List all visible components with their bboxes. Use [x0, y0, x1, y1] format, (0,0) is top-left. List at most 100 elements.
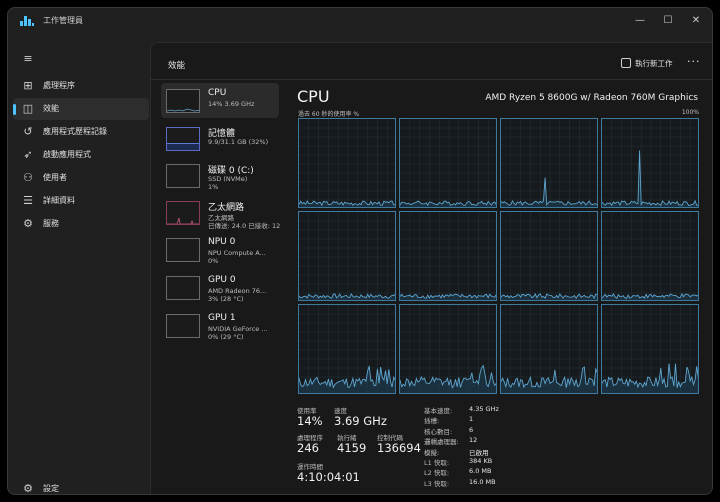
users-icon: ⚇ — [23, 171, 33, 184]
resource-detail-2: 3% (28 °C) — [208, 295, 244, 303]
logical-processor-graph — [500, 118, 598, 208]
sidebar-item-startup[interactable]: ➶ 啟動應用程式 — [13, 144, 149, 166]
run-task-icon — [621, 58, 631, 68]
header-divider — [151, 79, 712, 80]
history-icon: ↺ — [23, 125, 33, 138]
spec-key: 插槽: — [424, 417, 440, 426]
sidebar-item-label: 效能 — [43, 104, 59, 113]
disk-thumbnail-graph — [166, 164, 200, 188]
resource-name: GPU 0 — [208, 275, 236, 285]
cpu-heading: CPU — [297, 87, 330, 106]
performance-icon: ◫ — [22, 102, 34, 115]
resource-detail: NPU Compute A... — [208, 249, 266, 257]
npu-thumbnail-graph — [166, 238, 200, 262]
logical-processor-graph — [601, 304, 699, 394]
resource-detail: 9.9/31.1 GB (32%) — [208, 138, 269, 146]
services-icon: ⚙ — [23, 217, 33, 230]
sidebar-nav: ≡ ⊞ 處理程序 ◫ 效能 ↺ 應用程式歷程記錄 ➶ 啟動應用程式 ⚇ 使用者 … — [8, 34, 150, 495]
spec-value: 384 KB — [469, 457, 493, 465]
resource-detail: AMD Radeon 76... — [208, 287, 267, 295]
sidebar-item-label: 啟動應用程式 — [43, 150, 91, 159]
graph-axis-max: 100% — [681, 109, 699, 116]
memory-thumbnail-graph — [166, 127, 200, 151]
sidebar-item-label: 詳細資料 — [43, 196, 75, 205]
resource-detail: NVIDIA GeForce ... — [208, 325, 268, 333]
hamburger-icon: ≡ — [23, 52, 33, 65]
spec-value: 12 — [469, 436, 478, 445]
logical-processor-graphs — [298, 118, 699, 396]
window-title: 工作管理員 — [43, 16, 83, 25]
sidebar-item-label: 使用者 — [43, 173, 67, 182]
resource-name: NPU 0 — [208, 237, 236, 247]
sidebar-item-processes[interactable]: ⊞ 處理程序 — [13, 75, 149, 97]
resource-name: GPU 1 — [208, 313, 236, 323]
spec-value: 16.0 MB — [469, 477, 496, 486]
resource-detail-2: 0% — [208, 257, 219, 265]
task-manager-window: 工作管理員 — ☐ ✕ ≡ ⊞ 處理程序 ◫ 效能 ↺ 應用程式歷程記錄 ➶ 啟… — [7, 7, 713, 495]
resource-item-npu[interactable]: NPU 0 NPU Compute A... 0% — [161, 232, 279, 267]
handles-value: 136694 — [377, 441, 421, 455]
processes-icon: ⊞ — [23, 79, 33, 92]
spec-value: 6.0 MB — [469, 467, 492, 476]
logical-processor-graph — [399, 304, 497, 394]
sidebar-item-details[interactable]: ☰ 詳細資料 — [13, 190, 149, 212]
spec-key: 模擬: — [424, 448, 440, 457]
sidebar-item-label: 應用程式歷程記錄 — [43, 127, 107, 136]
cpu-thumbnail-graph — [166, 89, 200, 113]
resource-item-memory[interactable]: 記憶體 9.9/31.1 GB (32%) — [161, 121, 279, 156]
hamburger-menu-button[interactable]: ≡ — [13, 48, 41, 70]
resource-detail: 14% 3.69 GHz — [208, 100, 255, 108]
spec-key: 基本速度: — [424, 407, 453, 415]
spec-value: 1 — [469, 415, 474, 424]
resource-name: CPU — [208, 88, 227, 98]
resource-detail-2: 已傳送: 24.0 已接收: 12 — [208, 222, 281, 230]
task-manager-app-icon — [20, 16, 34, 26]
sidebar-item-users[interactable]: ⚇ 使用者 — [13, 167, 149, 189]
cpu-model-name: AMD Ryzen 5 8600G w/ Radeon 760M Graphic… — [485, 93, 698, 103]
gpu0-thumbnail-graph — [166, 276, 200, 300]
gpu1-thumbnail-graph — [166, 314, 200, 338]
spec-key: L2 快取: — [424, 469, 450, 478]
sidebar-item-settings[interactable]: ⚙ 設定 — [13, 478, 149, 495]
spec-value: 已啟用 — [469, 448, 489, 457]
close-button[interactable]: ✕ — [681, 11, 711, 31]
spec-key: L3 快取: — [424, 479, 450, 488]
resource-detail-2: 1% — [208, 183, 219, 191]
resource-item-gpu1[interactable]: GPU 1 NVIDIA GeForce ... 0% (29 °C) — [161, 308, 279, 343]
resource-item-ethernet[interactable]: 乙太網路 乙太網路 已傳送: 24.0 已接收: 12 — [161, 195, 281, 230]
graph-axis-caption: 過去 60 秒的使用率 % — [298, 111, 360, 118]
sidebar-item-performance[interactable]: ◫ 效能 — [13, 98, 149, 120]
resource-item-cpu[interactable]: CPU 14% 3.69 GHz — [161, 83, 279, 118]
logical-processor-graph — [298, 304, 396, 394]
spec-value: 6 — [469, 425, 474, 434]
more-options-button[interactable]: ··· — [687, 55, 701, 68]
processes-value: 246 — [297, 441, 319, 455]
maximize-button[interactable]: ☐ — [653, 11, 683, 31]
logical-processor-graph — [298, 211, 396, 301]
resource-item-disk[interactable]: 磁碟 0 (C:) SSD (NVMe) 1% — [161, 158, 279, 193]
logical-processor-graph — [601, 118, 699, 208]
logical-processor-graph — [298, 118, 396, 208]
uptime-value: 4:10:04:01 — [297, 470, 360, 484]
spec-key: L1 快取: — [424, 459, 450, 467]
sidebar-item-label: 服務 — [43, 219, 59, 228]
minimize-button[interactable]: — — [625, 11, 655, 31]
spec-value: 4.35 GHz — [469, 405, 499, 413]
logical-processor-graph — [601, 211, 699, 301]
spec-key: 邏輯處理器: — [424, 438, 459, 447]
logical-processor-graph — [500, 211, 598, 301]
spec-key: 核心數目: — [424, 427, 453, 436]
gear-icon: ⚙ — [23, 482, 33, 495]
sidebar-item-app-history[interactable]: ↺ 應用程式歷程記錄 — [13, 121, 149, 143]
logical-processor-graph — [500, 304, 598, 394]
resource-item-gpu0[interactable]: GPU 0 AMD Radeon 76... 3% (28 °C) — [161, 270, 279, 305]
startup-icon: ➶ — [23, 148, 33, 161]
sidebar-item-label: 設定 — [43, 484, 59, 493]
logical-processor-graph — [399, 211, 497, 301]
page-title: 效能 — [168, 61, 186, 71]
sidebar-item-services[interactable]: ⚙ 服務 — [13, 213, 149, 235]
run-new-task-button[interactable]: 執行新工作 — [621, 58, 673, 72]
details-icon: ☰ — [23, 194, 33, 207]
resource-detail-2: 0% (29 °C) — [208, 333, 244, 341]
threads-value: 4159 — [337, 441, 367, 455]
